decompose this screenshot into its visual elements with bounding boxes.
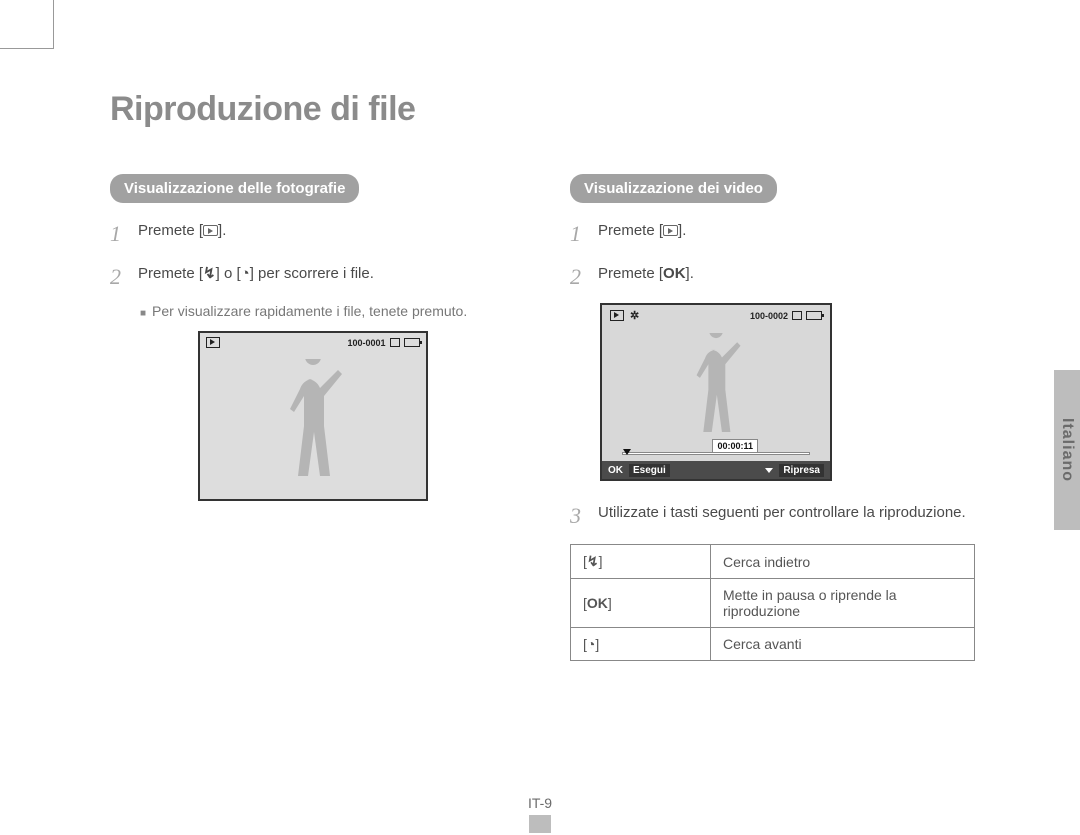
desc-cell: Cerca avanti — [711, 628, 975, 661]
figure-silhouette — [273, 359, 353, 489]
table-row: [↯] Cerca indietro — [571, 545, 975, 579]
step-number: 2 — [570, 260, 588, 293]
page-title: Riproduzione di file — [110, 90, 980, 129]
ok-button-label: OK — [587, 595, 608, 611]
crop-mark-horizontal — [0, 48, 54, 49]
controls-table: [↯] Cerca indietro [OK] Mette in pausa o… — [570, 544, 975, 661]
language-tab: Italiano — [1054, 370, 1080, 530]
timer-icon: ◔ — [241, 263, 250, 286]
playback-icon — [203, 225, 218, 236]
table-row: [◔] Cerca avanti — [571, 628, 975, 661]
photos-step-1: 1 Premete []. — [110, 217, 515, 250]
figure-silhouette — [681, 333, 751, 443]
videos-step-3: 3 Utilizzate i tasti seguenti per contro… — [570, 499, 975, 532]
photos-sub-note: ■Per visualizzare rapidamente i file, te… — [140, 303, 515, 319]
key-cell: [OK] — [571, 579, 711, 628]
softkey-right-label: Ripresa — [779, 464, 824, 477]
progress-knob — [623, 449, 631, 455]
desc-cell: Cerca indietro — [711, 545, 975, 579]
battery-icon — [404, 338, 420, 347]
lcd-file-number: 100-0001 — [347, 338, 385, 348]
flag-icon: ✲ — [630, 309, 639, 322]
crop-mark-vertical — [53, 0, 54, 48]
photos-section: Visualizzazione delle fotografie 1 Preme… — [110, 174, 515, 661]
page-number: IT-9 — [528, 795, 552, 811]
playback-mode-icon — [610, 310, 624, 321]
lcd-file-number: 100-0002 — [750, 311, 788, 321]
playback-mode-icon — [206, 337, 220, 348]
step-number: 2 — [110, 260, 128, 293]
down-triangle-icon — [765, 468, 773, 473]
photo-lcd-preview: 100-0001 — [198, 331, 428, 501]
bullet-icon: ■ — [140, 308, 146, 319]
videos-step-2: 2 Premete [OK]. — [570, 260, 975, 293]
ok-button-label: OK — [663, 265, 686, 282]
videos-heading: Visualizzazione dei video — [570, 174, 777, 203]
lcd-mem-icon — [390, 338, 400, 347]
language-label: Italiano — [1058, 418, 1076, 482]
table-row: [OK] Mette in pausa o riprende la riprod… — [571, 579, 975, 628]
page-number-bar — [529, 815, 551, 833]
lcd-mem-icon — [792, 311, 802, 320]
desc-cell: Mette in pausa o riprende la riproduzion… — [711, 579, 975, 628]
step-number: 3 — [570, 499, 588, 532]
flash-icon: ↯ — [587, 553, 599, 569]
timer-icon: ◔ — [587, 636, 595, 652]
battery-icon — [806, 311, 822, 320]
video-lcd-preview: ✲ 100-0002 00:00:11 — [600, 303, 832, 481]
key-cell: [◔] — [571, 628, 711, 661]
softkey-ok-icon: OK — [608, 465, 623, 476]
page-content: Riproduzione di file Visualizzazione del… — [110, 90, 980, 661]
photos-heading: Visualizzazione delle fotografie — [110, 174, 359, 203]
videos-step-1: 1 Premete []. — [570, 217, 975, 250]
flash-icon: ↯ — [203, 265, 216, 282]
softkey-bar: OK Esegui Ripresa — [602, 461, 830, 479]
key-cell: [↯] — [571, 545, 711, 579]
progress-track — [622, 452, 810, 455]
softkey-left-label: Esegui — [629, 464, 670, 477]
playback-icon — [663, 225, 678, 236]
photos-step-2: 2 Premete [↯] o [◔] per scorrere i file. — [110, 260, 515, 293]
step-number: 1 — [110, 217, 128, 250]
video-timestamp: 00:00:11 — [712, 439, 758, 453]
videos-section: Visualizzazione dei video 1 Premete []. … — [570, 174, 975, 661]
step-number: 1 — [570, 217, 588, 250]
